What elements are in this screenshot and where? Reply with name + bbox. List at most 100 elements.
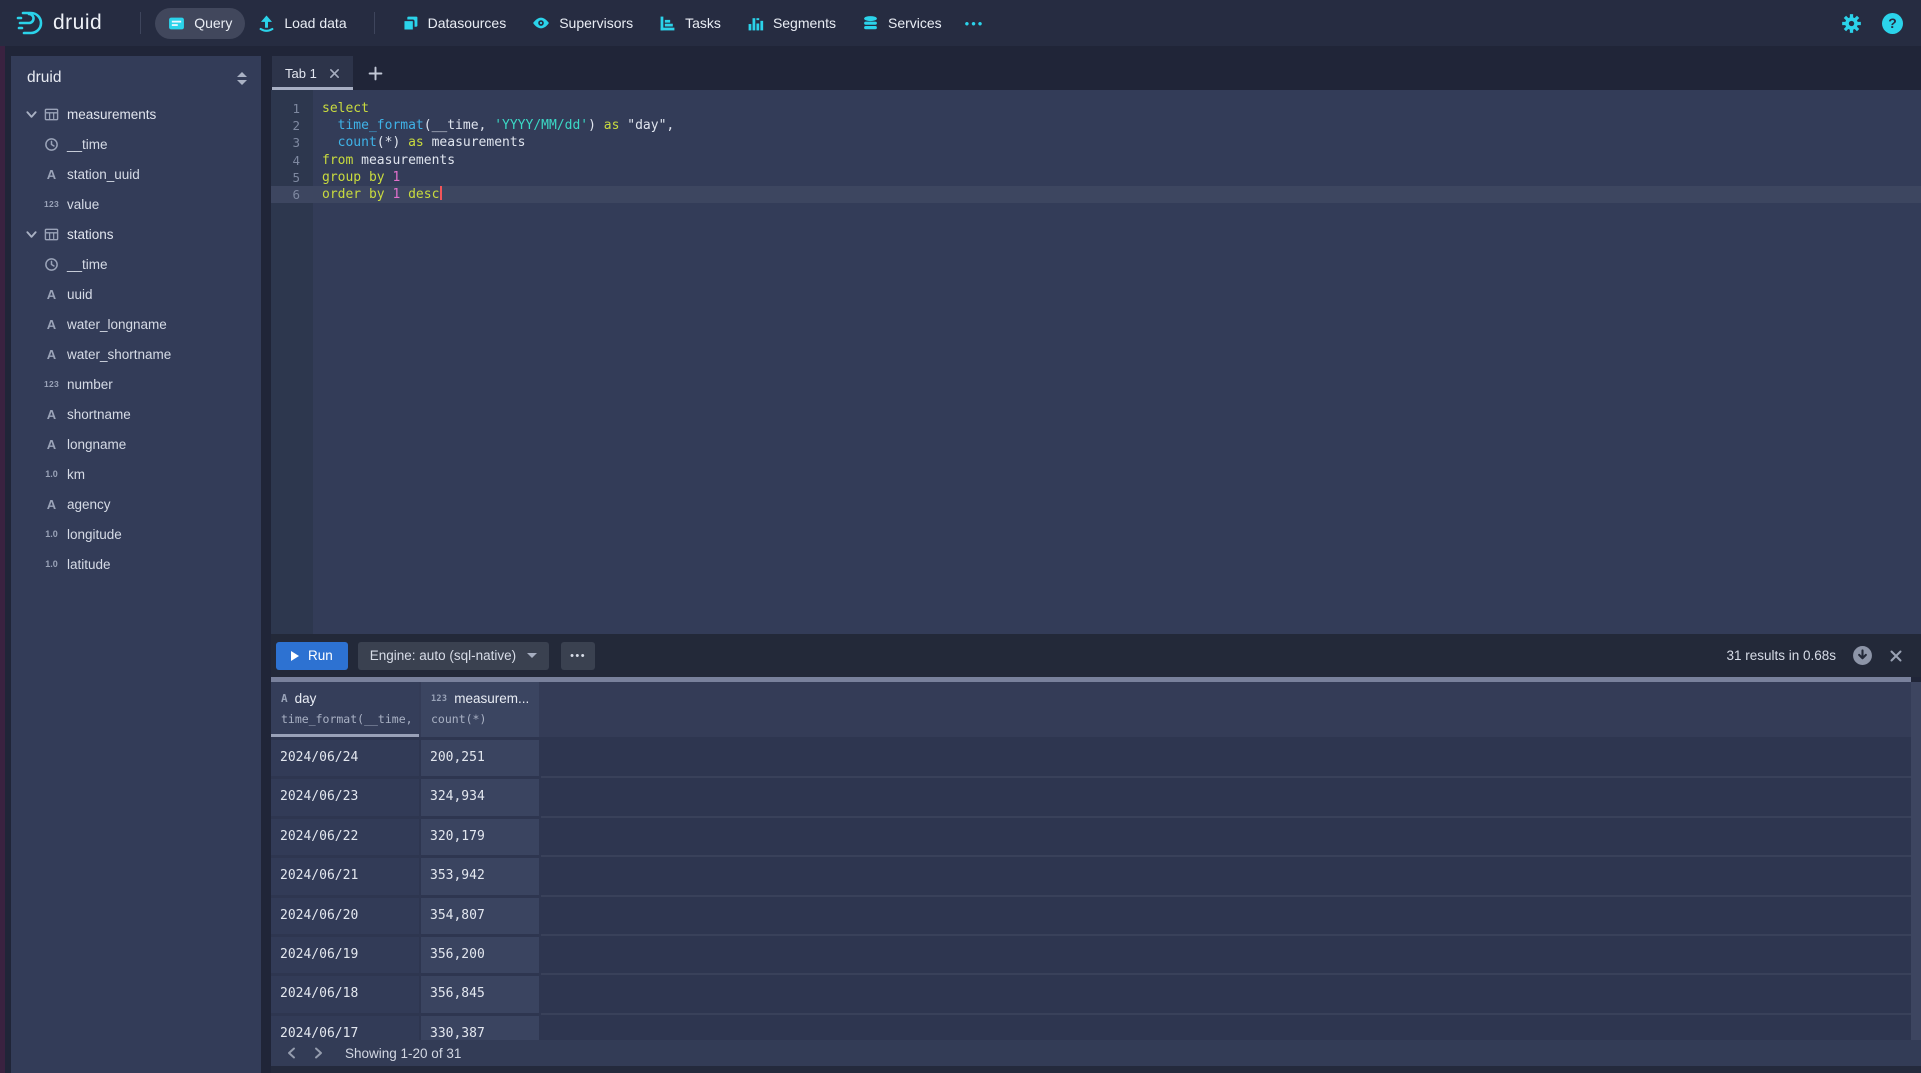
cell-measurements[interactable]: 324,934 <box>421 779 539 815</box>
cell-measurements[interactable]: 354,807 <box>421 898 539 934</box>
cell-day[interactable]: 2024/06/18 <box>271 976 419 1012</box>
query-more-button[interactable]: ••• <box>561 642 595 670</box>
close-results-icon[interactable] <box>1889 649 1903 663</box>
gear-icon[interactable] <box>1841 13 1862 34</box>
string-type-icon: A <box>44 287 59 302</box>
cell-measurements[interactable]: 353,942 <box>421 858 539 894</box>
cell-day[interactable]: 2024/06/22 <box>271 819 419 855</box>
nav-item-datasources[interactable]: Datasources <box>389 8 520 39</box>
row-filler <box>541 1016 1911 1040</box>
tree-item[interactable]: A 123 1.0 __time <box>11 249 261 279</box>
nav-item-label: Query <box>194 15 232 31</box>
code-line[interactable]: 2 time_format(__time, 'YYYY/MM/dd') as "… <box>271 117 1921 134</box>
tree-item[interactable]: A 123 1.0 uuid <box>11 279 261 309</box>
chevron-down-icon[interactable] <box>25 228 38 241</box>
code-line[interactable]: 1select <box>271 100 1921 117</box>
cell-day[interactable]: 2024/06/17 <box>271 1016 419 1040</box>
cell-day[interactable]: 2024/06/24 <box>271 740 419 776</box>
nav-item-load-data[interactable]: Load data <box>245 8 359 39</box>
table-icon <box>44 107 59 122</box>
next-page-button[interactable] <box>305 1042 331 1064</box>
cell-measurements[interactable]: 200,251 <box>421 740 539 776</box>
druid-logo[interactable]: druid <box>14 8 102 38</box>
code-line[interactable]: 6order by 1 desc <box>271 186 1921 203</box>
column-header-measurements[interactable]: 123 measurem... count(*) <box>421 682 539 737</box>
tab-1[interactable]: Tab 1 <box>272 56 353 90</box>
cell-measurements[interactable]: 320,179 <box>421 819 539 855</box>
results-scrollbar[interactable] <box>1911 682 1921 1040</box>
tree-item-label: uuid <box>67 287 93 302</box>
nav-item-label: Tasks <box>685 15 721 31</box>
float-type-icon: 1.0 <box>44 469 59 479</box>
tree-item[interactable]: A 123 1.0 station_uuid <box>11 159 261 189</box>
nav-item-segments[interactable]: Segments <box>734 8 849 39</box>
help-icon[interactable]: ? <box>1882 13 1903 34</box>
cell-day[interactable]: 2024/06/21 <box>271 858 419 894</box>
tab-close-icon[interactable] <box>329 68 340 79</box>
engine-select[interactable]: Engine: auto (sql-native) <box>358 642 549 670</box>
number-type-icon: 123 <box>44 379 59 389</box>
schema-tree: A 123 1.0 measurements <box>11 97 261 579</box>
nav-item-label: Services <box>888 15 942 31</box>
cell-day[interactable]: 2024/06/23 <box>271 779 419 815</box>
tree-item[interactable]: A 123 1.0 value <box>11 189 261 219</box>
nav-item-tasks[interactable]: Tasks <box>646 8 734 39</box>
tree-item[interactable]: A 123 1.0 __time <box>11 129 261 159</box>
clock-icon <box>44 137 59 152</box>
row-filler <box>541 740 1911 778</box>
cell-measurements[interactable]: 356,200 <box>421 937 539 973</box>
nav-item-label: Datasources <box>428 15 507 31</box>
druid-console: druid Query Load data Da <box>0 0 1921 1073</box>
tree-item-label: water_shortname <box>67 347 171 362</box>
sort-toggle-icon[interactable] <box>237 72 247 85</box>
tree-item[interactable]: A 123 1.0 number <box>11 369 261 399</box>
sql-code: 1select2 time_format(__time, 'YYYY/MM/dd… <box>271 90 1921 203</box>
cell-measurements[interactable]: 330,387 <box>421 1016 539 1040</box>
tree-item-label: value <box>67 197 99 212</box>
tree-item[interactable]: A 123 1.0 measurements <box>11 99 261 129</box>
table-icon <box>44 227 59 242</box>
results-panel: A day time_format(__time, … 123 measurem… <box>271 682 1921 1040</box>
engine-label: Engine: auto (sql-native) <box>370 648 516 663</box>
tree-item[interactable]: A 123 1.0 km <box>11 459 261 489</box>
column-header-day[interactable]: A day time_format(__time, … <box>271 682 419 737</box>
tree-item[interactable]: A 123 1.0 water_shortname <box>11 339 261 369</box>
float-type-icon: 1.0 <box>44 559 59 569</box>
nav-item-query[interactable]: Query <box>155 8 245 39</box>
string-type-icon: A <box>44 407 59 422</box>
cell-measurements[interactable]: 356,845 <box>421 976 539 1012</box>
tree-item[interactable]: A 123 1.0 shortname <box>11 399 261 429</box>
nav-more-button[interactable]: ••• <box>955 9 995 38</box>
nav-item-label: Supervisors <box>559 15 633 31</box>
tree-item[interactable]: A 123 1.0 latitude <box>11 549 261 579</box>
run-button[interactable]: Run <box>276 642 348 670</box>
tree-item-label: longitude <box>67 527 122 542</box>
table-row: 2024/06/22 320,179 <box>271 816 1911 855</box>
tree-item-label: longname <box>67 437 126 452</box>
results-header: A day time_format(__time, … 123 measurem… <box>271 682 1911 737</box>
prev-page-button[interactable] <box>279 1042 305 1064</box>
chevron-left-icon <box>286 1047 298 1059</box>
download-icon[interactable] <box>1852 645 1873 666</box>
nav-item-supervisors[interactable]: Supervisors <box>519 7 646 39</box>
tree-item[interactable]: A 123 1.0 longitude <box>11 519 261 549</box>
cell-day[interactable]: 2024/06/19 <box>271 937 419 973</box>
tree-item[interactable]: A 123 1.0 stations <box>11 219 261 249</box>
druid-swirl-icon <box>14 8 44 38</box>
chevron-down-icon[interactable] <box>25 108 38 121</box>
sql-editor[interactable]: 1select2 time_format(__time, 'YYYY/MM/dd… <box>271 90 1921 634</box>
tree-item[interactable]: A 123 1.0 agency <box>11 489 261 519</box>
new-tab-button[interactable] <box>368 56 383 90</box>
run-status-area: 31 results in 0.68s <box>1726 645 1903 666</box>
tree-item-label: measurements <box>67 107 156 122</box>
tree-item[interactable]: A 123 1.0 water_longname <box>11 309 261 339</box>
nav-item-services[interactable]: Services <box>849 8 955 39</box>
code-line[interactable]: 4from measurements <box>271 152 1921 169</box>
brand-name: druid <box>53 11 102 35</box>
tree-item[interactable]: A 123 1.0 longname <box>11 429 261 459</box>
code-line[interactable]: 3 count(*) as measurements <box>271 134 1921 151</box>
clock-icon <box>44 257 59 272</box>
plus-icon <box>368 66 383 81</box>
cell-day[interactable]: 2024/06/20 <box>271 898 419 934</box>
code-line[interactable]: 5group by 1 <box>271 169 1921 186</box>
